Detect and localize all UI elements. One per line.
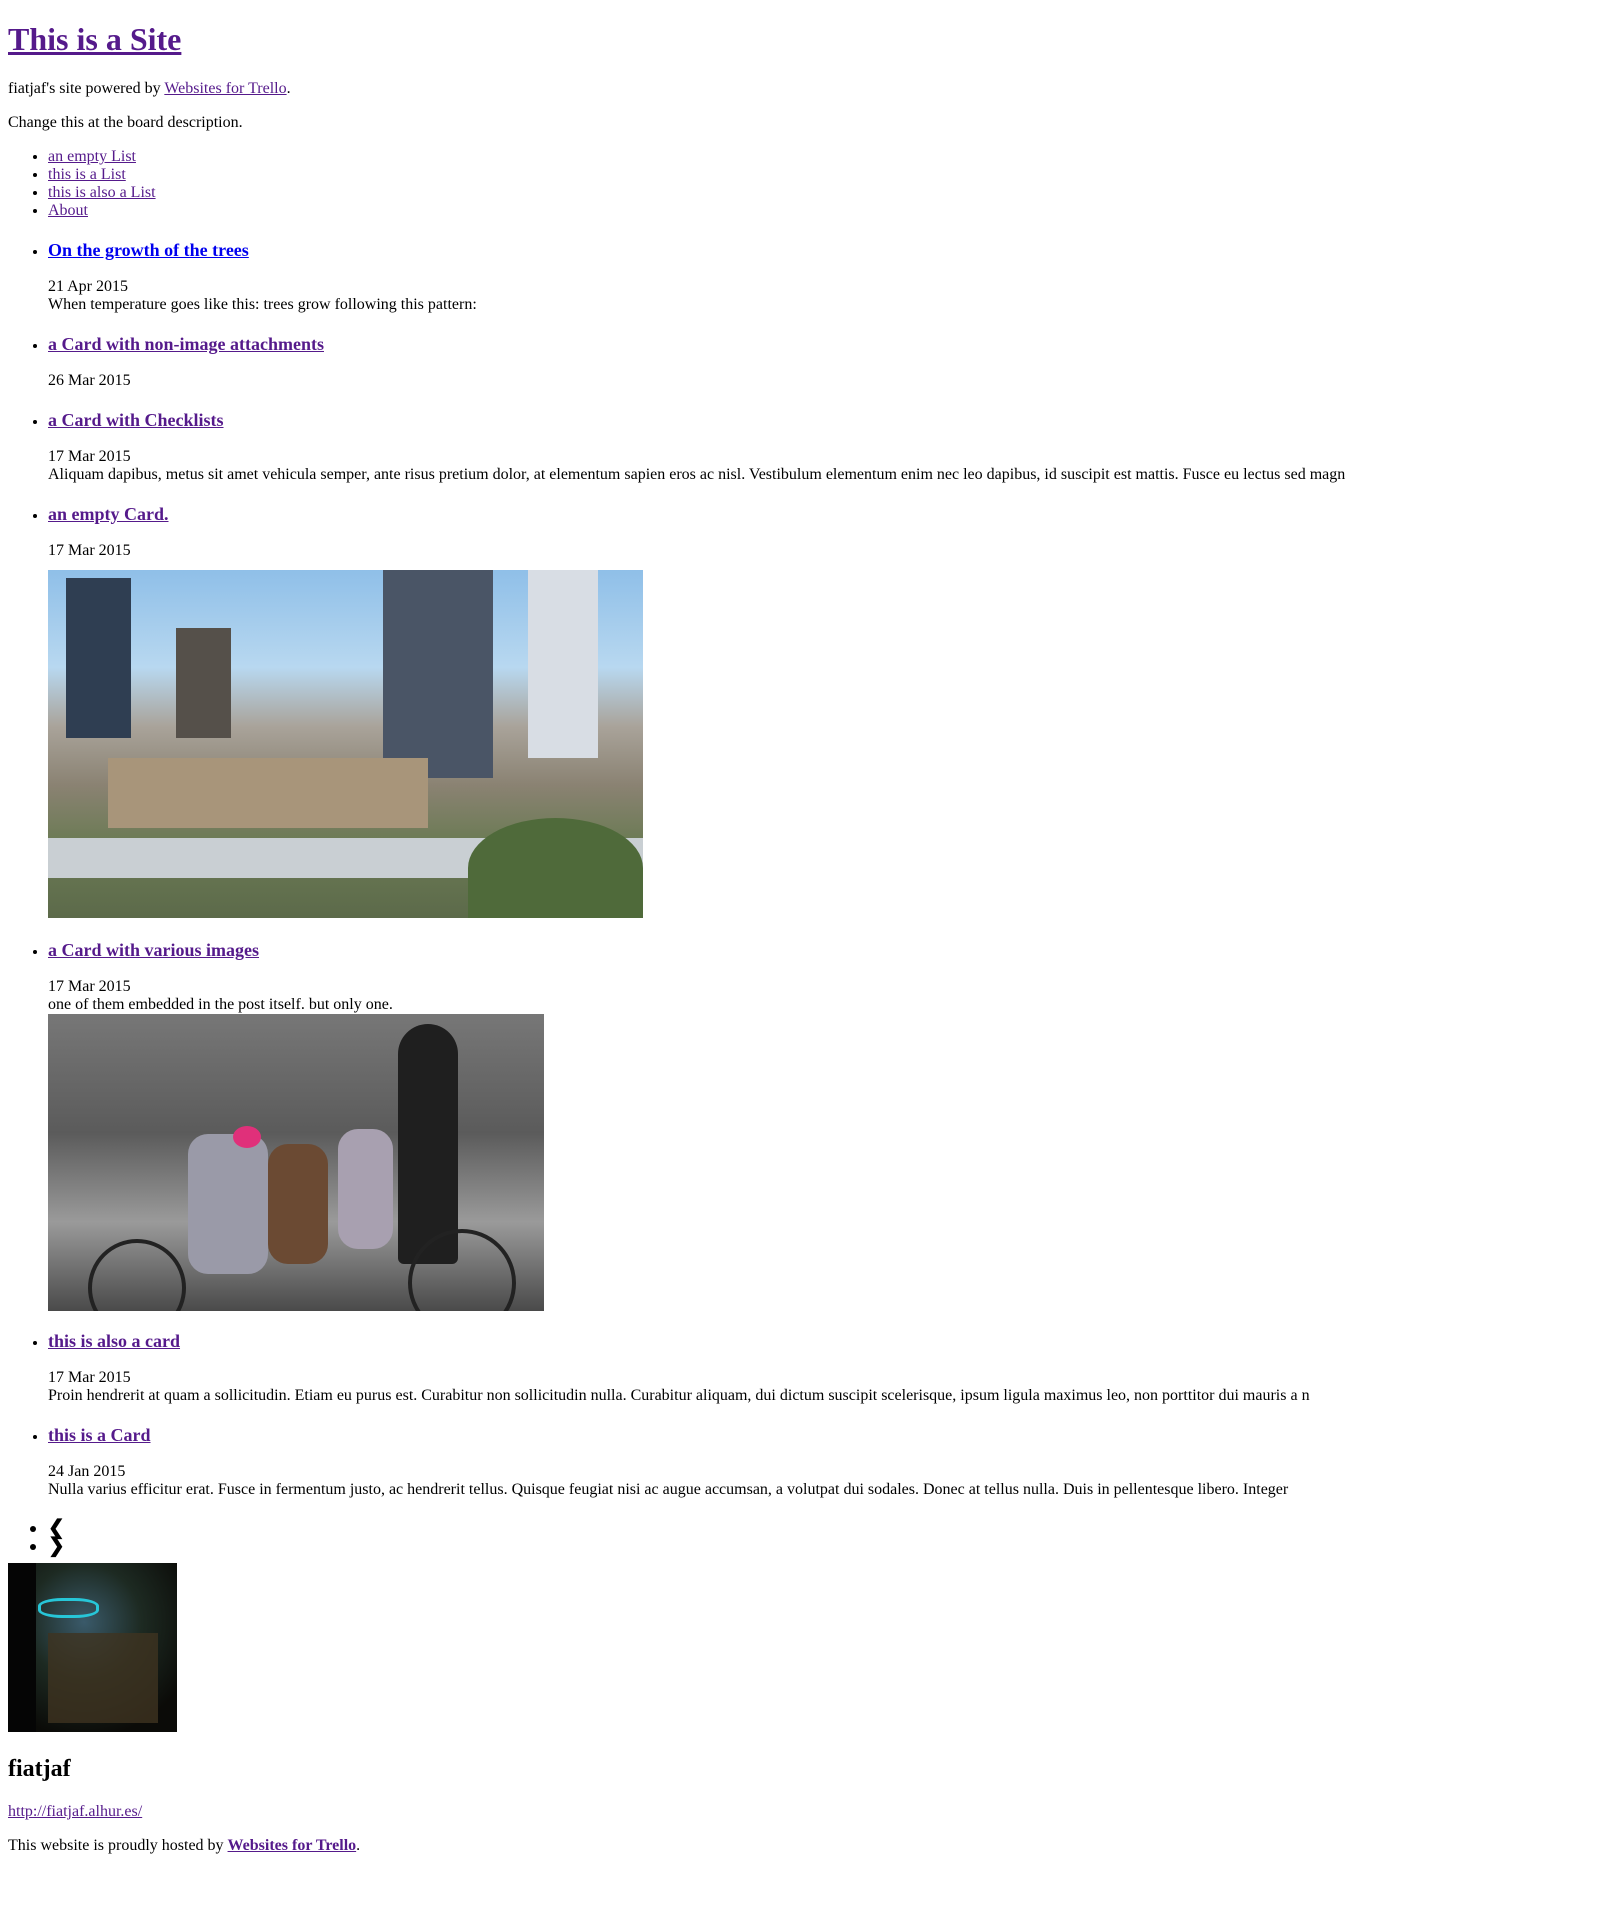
card-excerpt: Aliquam dapibus, metus sit amet vehicula… — [48, 466, 1346, 483]
card-title: On the growth of the trees — [48, 240, 1592, 261]
card-item: this is a Card 24 Jan 2015 Nulla varius … — [48, 1425, 1592, 1499]
card-embedded-image-bicycle[interactable] — [48, 1014, 544, 1311]
card-date: 17 Mar 2015 — [48, 542, 131, 559]
board-description: Change this at the board description. — [8, 114, 243, 131]
hosted-by-suffix: . — [356, 1837, 361, 1854]
nav-link-about[interactable]: About — [48, 202, 88, 219]
nav-link-this-is-a-list[interactable]: this is a List — [48, 166, 126, 183]
nav-item-this-is-also-a-list: this is also a List — [48, 184, 1592, 202]
websites-for-trello-link[interactable]: Websites for Trello — [164, 80, 286, 97]
card-title: this is a Card — [48, 1425, 1592, 1446]
author-avatar — [8, 1563, 177, 1732]
author-name: fiatjaf — [8, 1756, 71, 1782]
hosted-by-line: This website is proudly hosted by Websit… — [8, 1837, 1592, 1855]
pager-prev-item: ❮ — [48, 1518, 1592, 1538]
card-title-link[interactable]: this is a Card — [48, 1425, 151, 1445]
card-title: a Card with Checklists — [48, 410, 1592, 431]
card-title-link[interactable]: this is also a card — [48, 1331, 180, 1351]
card-title-link[interactable]: a Card with Checklists — [48, 410, 224, 430]
powered-by-prefix: fiatjaf's site powered by — [8, 80, 165, 97]
hosted-by-prefix: This website is proudly hosted by — [8, 1837, 228, 1854]
author-url-link[interactable]: http://fiatjaf.alhur.es/ — [8, 1803, 142, 1820]
page: This is a Site fiatjaf's site powered by… — [0, 21, 1600, 1855]
pagination: ❮ ❯ — [8, 1518, 1592, 1557]
card-date: 21 Apr 2015 — [48, 278, 128, 295]
card-excerpt: When temperature goes like this: trees g… — [48, 296, 477, 313]
list-nav: an empty List this is a List this is als… — [8, 148, 1592, 220]
nav-item-empty-list: an empty List — [48, 148, 1592, 166]
powered-by-line: fiatjaf's site powered by Websites for T… — [8, 80, 1592, 98]
card-item: On the growth of the trees 21 Apr 2015 W… — [48, 240, 1592, 314]
site-title-link[interactable]: This is a Site — [8, 21, 181, 57]
nav-link-empty-list[interactable]: an empty List — [48, 148, 136, 165]
card-date: 26 Mar 2015 — [48, 372, 131, 389]
card-excerpt: Nulla varius efficitur erat. Fusce in fe… — [48, 1481, 1289, 1498]
card-title: a Card with various images — [48, 940, 1592, 961]
site-title: This is a Site — [8, 21, 1592, 58]
nav-link-this-is-also-a-list[interactable]: this is also a List — [48, 184, 156, 201]
card-date: 17 Mar 2015 — [48, 448, 131, 465]
card-title: an empty Card. — [48, 504, 1592, 525]
card-title-link[interactable]: an empty Card. — [48, 504, 169, 524]
card-excerpt: Proin hendrerit at quam a sollicitudin. … — [48, 1387, 1310, 1404]
card-title: this is also a card — [48, 1331, 1592, 1352]
card-title-link[interactable]: a Card with various images — [48, 940, 259, 960]
card-date: 24 Jan 2015 — [48, 1463, 126, 1480]
author-url-line: http://fiatjaf.alhur.es/ — [8, 1803, 1592, 1821]
card-item: a Card with Checklists 17 Mar 2015 Aliqu… — [48, 410, 1592, 484]
hosted-by-link[interactable]: Websites for Trello — [228, 1837, 357, 1854]
nav-item-about: About — [48, 202, 1592, 220]
card-date: 17 Mar 2015 — [48, 1369, 131, 1386]
card-item: an empty Card. 17 Mar 2015 — [48, 504, 1592, 560]
card-item: a Card with non-image attachments 26 Mar… — [48, 334, 1592, 390]
chevron-right-icon[interactable]: ❯ — [48, 1535, 65, 1557]
card-title-link[interactable]: a Card with non-image attachments — [48, 334, 324, 354]
powered-by-suffix: . — [286, 80, 291, 97]
card-cover-image-city[interactable] — [48, 570, 643, 918]
nav-item-this-is-a-list: this is a List — [48, 166, 1592, 184]
card-list: On the growth of the trees 21 Apr 2015 W… — [8, 240, 1592, 1499]
card-excerpt: one of them embedded in the post itself.… — [48, 996, 393, 1013]
pager-next-item: ❯ — [48, 1535, 1592, 1557]
card-item: this is also a card 17 Mar 2015 Proin he… — [48, 1331, 1592, 1405]
card-item: a Card with various images 17 Mar 2015 o… — [48, 570, 1592, 1311]
card-title-link[interactable]: On the growth of the trees — [48, 240, 249, 260]
card-date: 17 Mar 2015 — [48, 978, 131, 995]
card-title: a Card with non-image attachments — [48, 334, 1592, 355]
